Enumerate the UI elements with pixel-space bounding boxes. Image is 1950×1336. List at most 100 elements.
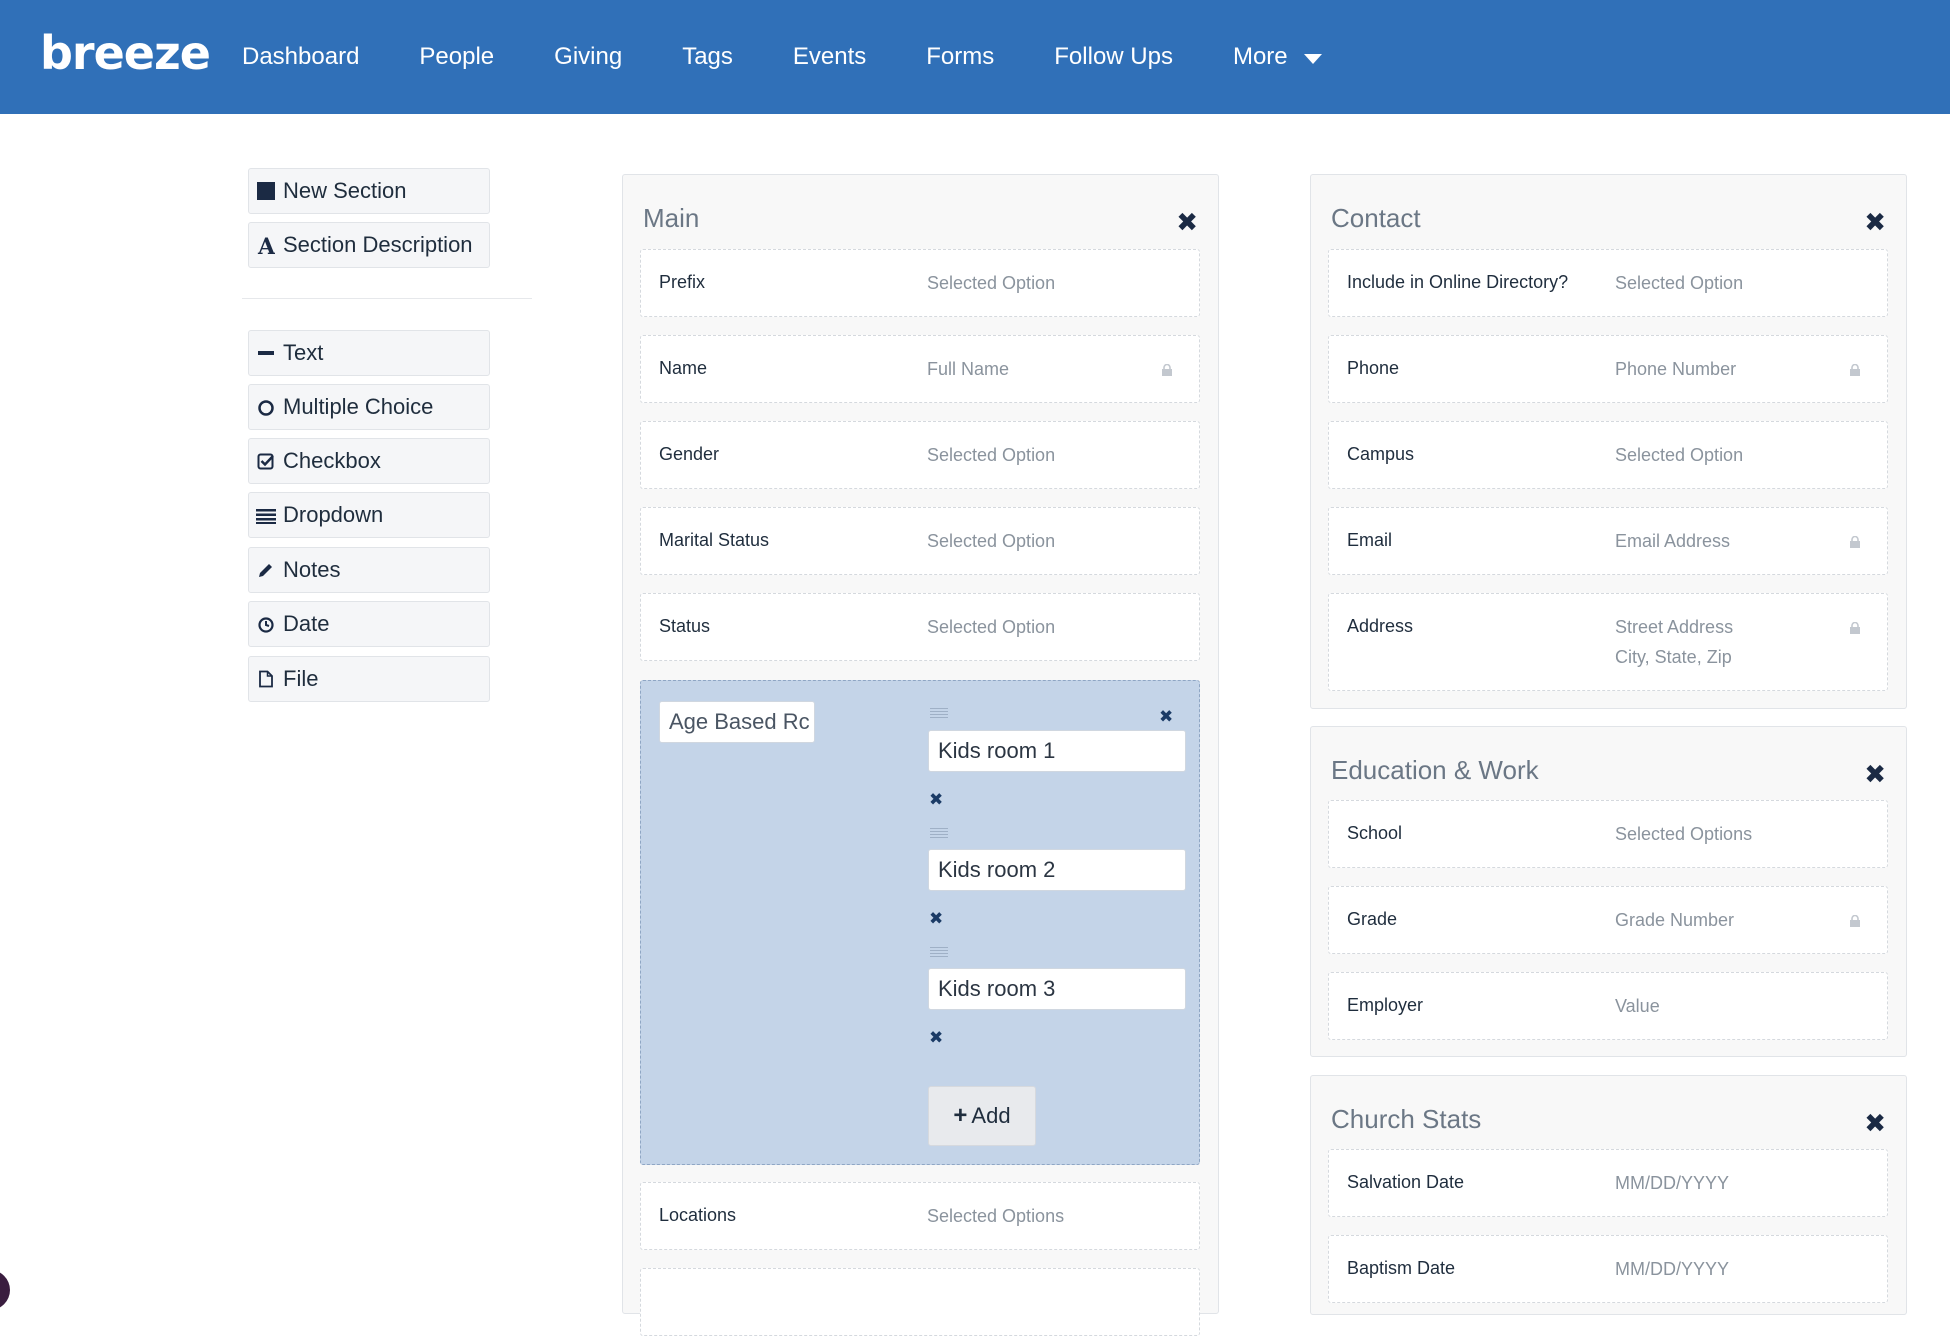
nav-tags[interactable]: Tags (682, 43, 733, 71)
field-value: MM/DD/YYYY (1615, 1259, 1730, 1279)
tool-label: Section Description (283, 232, 473, 257)
tool-dropdown[interactable]: Dropdown (248, 492, 490, 538)
help-widget-edge[interactable] (0, 1270, 10, 1310)
lock-icon (1162, 364, 1172, 376)
nav-giving[interactable]: Giving (554, 43, 622, 71)
drag-handle-icon[interactable] (930, 947, 948, 959)
field-label: Marital Status (659, 530, 770, 550)
lock-icon (1850, 622, 1860, 634)
field-employer[interactable]: Employer Value (1328, 972, 1888, 1040)
section-title: Main (643, 203, 700, 233)
close-icon[interactable]: ✖ (1864, 209, 1886, 235)
field-grade[interactable]: Grade Grade Number (1328, 886, 1888, 954)
field-label: School (1347, 823, 1403, 843)
field-locations[interactable]: Locations Selected Options (640, 1182, 1200, 1250)
field-campus[interactable]: Campus Selected Option (1328, 421, 1888, 489)
section-title: Education & Work (1331, 755, 1539, 785)
age-based-rooms-field[interactable]: Age Based Rc ✖ Kids room 1 ✖ Kids room 2… (640, 680, 1200, 1165)
room-option-input[interactable]: Kids room 3 (928, 968, 1186, 1010)
nav-forms[interactable]: Forms (926, 43, 994, 71)
field-label: Baptism Date (1347, 1258, 1456, 1278)
tool-date[interactable]: Date (248, 601, 490, 647)
field-label: Salvation Date (1347, 1172, 1465, 1192)
drag-handle-icon[interactable] (930, 708, 948, 720)
field-value: Selected Option (1615, 445, 1744, 465)
section-title: Contact (1331, 203, 1421, 233)
field-address[interactable]: Address Street Address City, State, Zip (1328, 593, 1888, 691)
field-phone[interactable]: Phone Phone Number (1328, 335, 1888, 403)
tool-section-description[interactable]: A Section Description (248, 222, 490, 268)
lock-icon (1850, 915, 1860, 927)
lock-icon (1850, 364, 1860, 376)
close-icon[interactable]: ✖ (1159, 708, 1173, 725)
nav-events[interactable]: Events (793, 43, 866, 71)
field-marital-status[interactable]: Marital Status Selected Option (640, 507, 1200, 575)
nav-more[interactable]: More (1233, 43, 1322, 71)
field-label: Phone (1347, 358, 1400, 378)
field-label: Gender (659, 444, 720, 464)
add-option-button[interactable]: + Add (928, 1086, 1036, 1146)
top-nav-bar: breeze Dashboard People Giving Tags Even… (0, 0, 1950, 114)
close-icon[interactable]: ✖ (1864, 1110, 1886, 1136)
field-gender[interactable]: Gender Selected Option (640, 421, 1200, 489)
field-value: Selected Option (1615, 273, 1744, 293)
field-label: Include in Online Directory? (1347, 272, 1569, 292)
field-salvation-date[interactable]: Salvation Date MM/DD/YYYY (1328, 1149, 1888, 1217)
field-prefix[interactable]: Prefix Selected Option (640, 249, 1200, 317)
field-value: Email Address (1615, 531, 1731, 551)
field-label: Employer (1347, 995, 1424, 1015)
tool-label: Checkbox (283, 448, 381, 473)
field-label: Campus (1347, 444, 1415, 464)
field-baptism-date[interactable]: Baptism Date MM/DD/YYYY (1328, 1235, 1888, 1303)
nav-dashboard[interactable]: Dashboard (242, 43, 359, 71)
nav-more-label: More (1232, 43, 1288, 70)
field-name[interactable]: Name Full Name (640, 335, 1200, 403)
tool-label: Multiple Choice (283, 394, 434, 419)
nav-follow-ups[interactable]: Follow Ups (1054, 43, 1173, 71)
tool-notes[interactable]: Notes (248, 547, 490, 593)
field-status[interactable]: Status Selected Option (640, 593, 1200, 661)
tool-file[interactable]: File (248, 656, 490, 702)
field-email[interactable]: Email Email Address (1328, 507, 1888, 575)
field-partial[interactable] (640, 1268, 1200, 1336)
field-name-input[interactable]: Age Based Rc (659, 701, 815, 743)
field-value: Grade Number (1615, 910, 1735, 930)
breeze-logo[interactable]: breeze (40, 26, 211, 80)
field-label: Grade (1347, 909, 1398, 929)
room-option-input[interactable]: Kids room 2 (928, 849, 1186, 891)
section-title: Church Stats (1331, 1104, 1482, 1134)
field-online-directory[interactable]: Include in Online Directory? Selected Op… (1328, 249, 1888, 317)
list-icon (249, 506, 283, 524)
main-nav: Dashboard People Giving Tags Events Form… (242, 0, 1382, 114)
tool-new-section[interactable]: New Section (248, 168, 490, 214)
tool-checkbox[interactable]: Checkbox (248, 438, 490, 484)
svg-text:A: A (257, 235, 275, 255)
toolbox-divider (242, 298, 532, 299)
file-icon (249, 670, 283, 688)
remove-option-icon[interactable]: ✖ (929, 1029, 943, 1046)
close-icon[interactable]: ✖ (1176, 209, 1198, 235)
field-value: MM/DD/YYYY (1615, 1173, 1730, 1193)
room-option-input[interactable]: Kids room 1 (928, 730, 1186, 772)
close-icon[interactable]: ✖ (1864, 761, 1886, 787)
clock-icon (249, 615, 283, 633)
field-school[interactable]: School Selected Options (1328, 800, 1888, 868)
pencil-icon (249, 561, 283, 579)
field-value: Selected Options (1615, 824, 1753, 844)
remove-option-icon[interactable]: ✖ (929, 910, 943, 927)
dash-icon (249, 344, 283, 362)
tool-text[interactable]: Text (248, 330, 490, 376)
tool-label: Notes (283, 557, 341, 582)
nav-people[interactable]: People (419, 43, 494, 71)
drag-handle-icon[interactable] (930, 828, 948, 840)
field-value: Street Address (1615, 617, 1734, 637)
field-value: Full Name (927, 359, 1010, 379)
tool-label: Dropdown (283, 502, 384, 527)
remove-option-icon[interactable]: ✖ (929, 791, 943, 808)
letter-a-icon: A (249, 235, 283, 255)
tool-multiple-choice[interactable]: Multiple Choice (248, 384, 490, 430)
tool-label: Date (283, 611, 330, 636)
tool-label: New Section (283, 178, 407, 203)
circle-icon (249, 398, 283, 416)
field-value: Selected Option (927, 531, 1056, 551)
